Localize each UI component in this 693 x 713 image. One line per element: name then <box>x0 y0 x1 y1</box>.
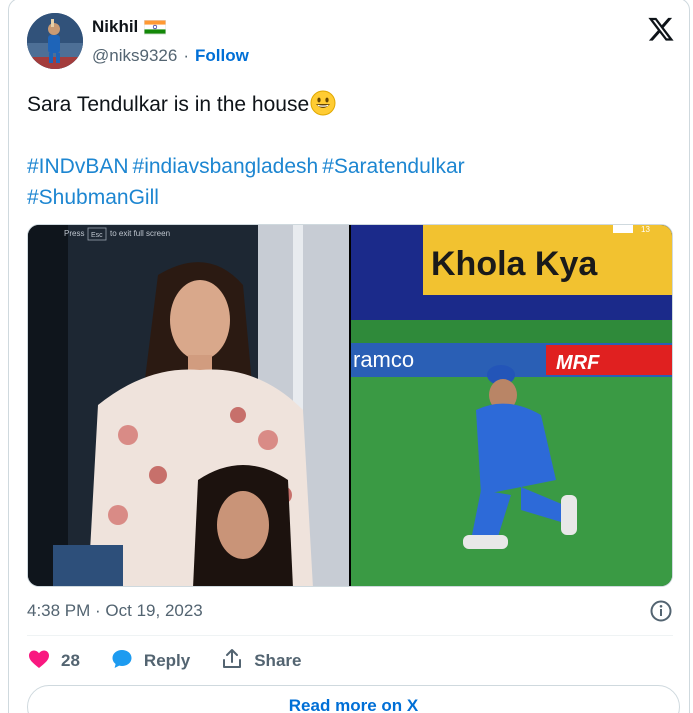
sponsor-text: ramco <box>353 347 414 372</box>
share-label: Share <box>254 651 302 670</box>
like-count: 28 <box>61 651 80 670</box>
india-flag-icon <box>144 19 167 35</box>
grinning-face-emoji <box>310 90 336 116</box>
follow-button[interactable]: Follow <box>195 46 249 66</box>
hashtag-link[interactable]: #ShubmanGill <box>27 186 159 209</box>
author-name[interactable]: Nikhil <box>92 17 138 37</box>
share-button[interactable]: Share <box>220 647 301 676</box>
separator-dot: · <box>183 46 189 65</box>
tweet-card: Nikhil @niks9326 · Follow Sara Tendulkar… <box>8 0 690 713</box>
tweet-body: Sara Tendulkar is in the house #INDvBAN #… <box>27 89 667 213</box>
tweet-media[interactable]: Press Esc to exit full screen Khola Kya … <box>27 224 673 587</box>
author-avatar[interactable] <box>27 13 83 69</box>
hashtag-link[interactable]: #Saratendulkar <box>322 155 464 178</box>
overlay-press-text: Press <box>64 229 84 238</box>
tweet-meta: 4:38 PM · Oct 19, 2023 <box>27 599 673 625</box>
mrf-text: MRF <box>556 352 600 374</box>
hashtags-line-1: #INDvBAN #indiavsbangladesh #Saratendulkar <box>27 151 667 182</box>
share-icon <box>220 647 244 676</box>
tweet-actions: 28 Reply Share <box>27 647 331 675</box>
read-more-button[interactable]: Read more on X <box>27 685 680 713</box>
media-photo-fielder[interactable]: Khola Kya 13 ramco MRF <box>351 225 672 586</box>
reply-label: Reply <box>143 651 191 670</box>
tweet-text-line: Sara Tendulkar is in the house <box>27 89 667 120</box>
info-icon[interactable] <box>649 599 673 623</box>
x-logo-icon[interactable] <box>647 15 675 43</box>
hashtags-line-2: #ShubmanGill <box>27 182 667 213</box>
overlay-esc-text: Esc <box>91 232 103 239</box>
hashtag-link[interactable]: #INDvBAN <box>27 155 129 178</box>
overlay-exit-text: to exit full screen <box>110 229 170 238</box>
divider <box>27 635 673 636</box>
banner-text: Khola Kya <box>431 245 598 283</box>
tweet-header: Nikhil @niks9326 · Follow <box>25 13 675 75</box>
hashtag-link[interactable]: #indiavsbangladesh <box>133 155 319 178</box>
reply-button[interactable]: Reply <box>110 647 190 676</box>
author-handle[interactable]: @niks9326 <box>92 46 177 66</box>
media-photo-stands[interactable]: Press Esc to exit full screen <box>28 225 349 586</box>
like-button[interactable]: 28 <box>27 647 80 676</box>
tweet-timestamp[interactable]: 4:38 PM · Oct 19, 2023 <box>27 601 203 621</box>
heart-icon <box>27 647 51 676</box>
reply-bubble-icon <box>110 647 134 676</box>
broadcast-tag: 13 <box>641 225 650 234</box>
tweet-text: Sara Tendulkar is in the house <box>27 93 310 116</box>
